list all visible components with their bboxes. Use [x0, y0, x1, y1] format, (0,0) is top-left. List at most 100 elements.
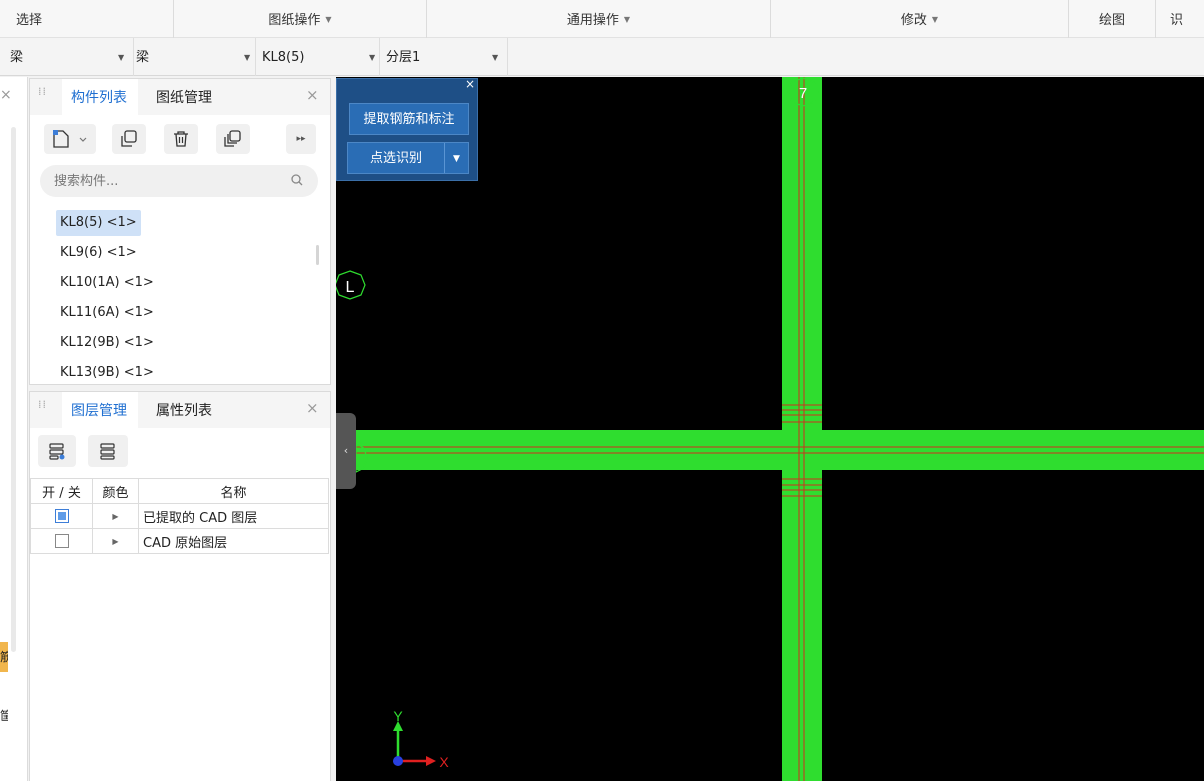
- scrollbar[interactable]: [11, 127, 16, 652]
- hide-layer-button[interactable]: [88, 435, 128, 467]
- scrollbar[interactable]: [316, 245, 319, 265]
- layer-visible-icon: [49, 443, 65, 460]
- table-row[interactable]: ▶ CAD 原始图层: [30, 528, 329, 554]
- ribbon-group-modify[interactable]: 修改 ▼: [771, 0, 1069, 38]
- dropdown-arrow-icon: ▼: [369, 53, 376, 62]
- left-snippet-text: 筋: [0, 650, 8, 664]
- ribbon-group-select[interactable]: 选择: [0, 0, 174, 38]
- list-item-label: KL9(6) <1>: [60, 245, 137, 260]
- ucs-y-label: Y: [393, 708, 403, 724]
- table-header-row: 开 / 关 颜色 名称: [30, 478, 329, 504]
- drag-handle-icon[interactable]: ⁞⁞: [38, 86, 46, 104]
- vertical-beam[interactable]: [782, 77, 822, 781]
- ribbon-group-label: 图纸操作: [268, 13, 321, 28]
- tab-layer-management[interactable]: 图层管理: [62, 392, 138, 428]
- expand-arrow-icon[interactable]: ▶: [112, 537, 118, 546]
- component-search-input[interactable]: [40, 165, 318, 197]
- trash-icon: [174, 131, 188, 147]
- tab-label: 图纸管理: [156, 90, 212, 106]
- layer-list-icon: [100, 443, 115, 460]
- left-snippet-highlight: 筋: [0, 642, 8, 672]
- expand-arrow-icon[interactable]: ▶: [112, 512, 118, 521]
- ribbon-group-label: 修改: [900, 13, 927, 28]
- search-icon[interactable]: [290, 173, 304, 191]
- show-layer-button[interactable]: [38, 435, 76, 467]
- dropdown-arrow-icon: ▼: [492, 53, 499, 62]
- layer-select[interactable]: 分层1 ▼: [380, 38, 508, 76]
- copy-component-button[interactable]: [112, 124, 146, 154]
- column-header: 开 / 关: [30, 478, 93, 504]
- tab-component-list[interactable]: 构件列表: [62, 79, 138, 115]
- ucs-x-label: X: [439, 754, 449, 770]
- close-icon[interactable]: ×: [306, 399, 319, 417]
- ribbon-group-label: 绘图: [1098, 13, 1125, 28]
- column-header: 名称: [138, 478, 329, 504]
- expand-cell: ▶: [92, 528, 139, 554]
- list-item-label: KL13(9B) <1>: [60, 365, 154, 380]
- layer-visibility-checkbox[interactable]: [54, 509, 69, 523]
- double-chevron-right-icon: ▸▸: [296, 134, 306, 144]
- layer-value: 分层1: [386, 50, 421, 65]
- layer-visibility-checkbox[interactable]: [54, 534, 69, 548]
- point-identify-button[interactable]: 点选识别 ▼: [347, 142, 469, 174]
- grid-label-L: L: [346, 279, 355, 296]
- chevron-down-icon: ▼: [931, 15, 939, 24]
- button-label: 点选识别: [370, 151, 423, 166]
- cad-canvas[interactable]: 7 L Y X: [336, 77, 1204, 781]
- ribbon-group-identify[interactable]: 识: [1156, 0, 1204, 38]
- close-icon[interactable]: ×: [465, 77, 475, 91]
- drag-handle-icon[interactable]: ⁞⁞: [38, 399, 46, 417]
- layer-name: 已提取的 CAD 图层: [143, 510, 258, 526]
- list-item[interactable]: KL12(9B) <1>: [56, 330, 158, 356]
- new-component-button[interactable]: [44, 124, 96, 154]
- ribbon-group-common-ops[interactable]: 通用操作 ▼: [427, 0, 771, 38]
- copy-icon: [121, 130, 137, 147]
- layers-copy-icon: [224, 130, 241, 147]
- dropdown-arrow-icon: ▼: [118, 53, 125, 62]
- element-type-select[interactable]: 梁 ▼: [0, 38, 134, 76]
- list-item[interactable]: KL9(6) <1>: [56, 240, 141, 266]
- close-icon[interactable]: ×: [306, 86, 319, 104]
- horizontal-beam[interactable]: [336, 430, 1204, 470]
- tab-drawing-management[interactable]: 图纸管理: [146, 79, 226, 115]
- new-file-icon: [53, 130, 87, 148]
- column-header: 颜色: [92, 478, 139, 504]
- layer-table: 开 / 关 颜色 名称 ▶ 已提取的 CAD 图层 ▶ CAD 原始图层: [30, 478, 329, 554]
- tab-label: 构件列表: [71, 90, 127, 106]
- ribbon-group-label: 通用操作: [566, 13, 619, 28]
- ribbon-group-drawing-ops[interactable]: 图纸操作 ▼: [174, 0, 427, 38]
- component-list-panel: ⁞⁞ 构件列表 图纸管理 × ▸▸ 搜索构件... KL8(5) <1> KL9…: [29, 78, 331, 385]
- ribbon-group-draw[interactable]: 绘图: [1069, 0, 1156, 38]
- left-snippet-text: 筐: [0, 709, 8, 723]
- extract-rebar-annotation-button[interactable]: 提取钢筋和标注: [349, 103, 469, 135]
- toggle-cell: [30, 503, 93, 529]
- dropdown-arrow-icon[interactable]: ▼: [444, 143, 468, 173]
- tab-label: 图层管理: [71, 403, 127, 419]
- layer-name-cell: CAD 原始图层: [138, 528, 329, 554]
- cad-drawing: 7 L Y X: [336, 77, 1204, 781]
- more-tools-button[interactable]: ▸▸: [286, 124, 316, 154]
- column-header-label: 颜色: [102, 485, 129, 501]
- panel-tabs: ⁞⁞ 构件列表 图纸管理 ×: [30, 79, 330, 115]
- close-icon[interactable]: ×: [0, 87, 12, 103]
- toggle-cell: [30, 528, 93, 554]
- table-row[interactable]: ▶ 已提取的 CAD 图层: [30, 503, 329, 529]
- list-item-label: KL10(1A) <1>: [60, 275, 154, 290]
- component-select[interactable]: KL8(5) ▼: [256, 38, 380, 76]
- list-item[interactable]: KL13(9B) <1>: [56, 360, 158, 386]
- panel-collapse-handle[interactable]: ‹: [336, 413, 356, 489]
- layer-name-cell: 已提取的 CAD 图层: [138, 503, 329, 529]
- list-item-label: KL8(5) <1>: [60, 215, 137, 230]
- element-subtype-value: 梁: [136, 50, 150, 65]
- element-subtype-select[interactable]: 梁 ▼: [134, 38, 256, 76]
- list-item[interactable]: KL11(6A) <1>: [56, 300, 158, 326]
- delete-component-button[interactable]: [164, 124, 198, 154]
- list-item-label: KL11(6A) <1>: [60, 305, 154, 320]
- tab-property-list[interactable]: 属性列表: [146, 392, 226, 428]
- panel-tabs: ⁞⁞ 图层管理 属性列表 ×: [30, 392, 330, 428]
- selector-bar: 梁 ▼ 梁 ▼ KL8(5) ▼ 分层1 ▼: [0, 38, 1204, 76]
- duplicate-layer-button[interactable]: [216, 124, 250, 154]
- ribbon-bar: 选择 图纸操作 ▼ 通用操作 ▼ 修改 ▼ 绘图 识: [0, 0, 1204, 38]
- list-item[interactable]: KL8(5) <1>: [56, 210, 141, 236]
- list-item[interactable]: KL10(1A) <1>: [56, 270, 158, 296]
